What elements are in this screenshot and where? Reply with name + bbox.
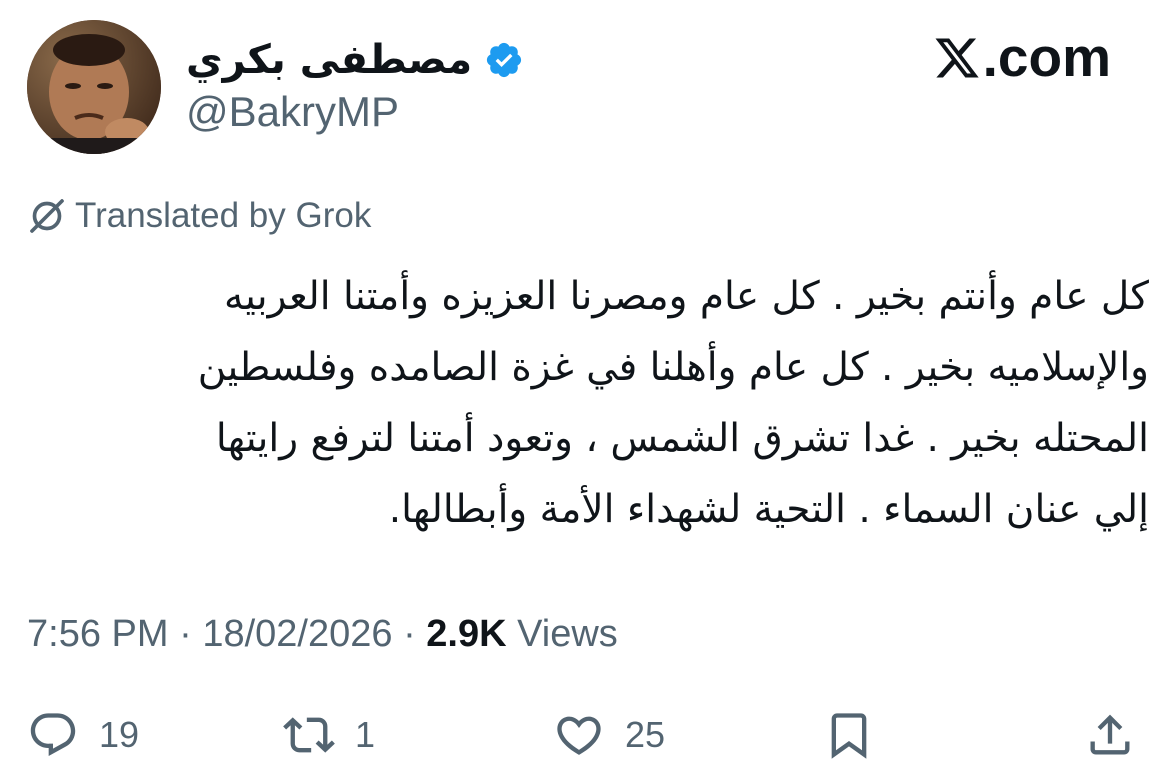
tweet-actions-bar: 19 1 25 [0,705,1169,765]
verified-badge-icon[interactable] [484,40,524,80]
repost-count: 1 [355,714,376,755]
reply-icon [30,713,76,757]
tweet-meta: 7:56 PM · 18/02/2026 · 2.9K Views [27,608,618,660]
x-logo-icon [935,38,979,77]
views-count: 2.9K [426,612,507,655]
share-icon [1090,714,1130,755]
meta-separator: · [403,612,416,655]
author-avatar[interactable] [27,20,161,154]
translation-label-text: Translated by Grok [75,196,372,235]
bookmark-button[interactable] [823,705,875,765]
repost-icon [283,717,335,753]
grok-icon [30,199,64,233]
tweet-date[interactable]: 18/02/2026 [202,613,392,656]
author-display-name[interactable]: مصطفى بكري [186,40,472,80]
avatar-image [27,20,161,154]
heart-icon [557,716,601,755]
views-label-spacer [507,613,518,656]
reply-button[interactable]: 19 [27,705,139,765]
author-handle[interactable]: @BakryMP [186,91,399,133]
author-name-row: مصطفى بكري [186,30,524,90]
views-label: Views [517,612,618,655]
tweet-text: كل عام وأنتم بخير . كل عام ومصرنا العزيز… [197,274,1149,532]
repost-button[interactable]: 1 [283,705,375,765]
translation-label[interactable]: Translated by Grok [27,194,371,238]
site-logo: .com [933,30,1111,85]
bookmark-icon [831,713,867,759]
tweet-time[interactable]: 7:56 PM [27,613,169,656]
like-button[interactable]: 25 [553,705,665,765]
site-logo-text: .com [982,26,1111,88]
meta-separator: · [179,612,192,655]
reply-count: 19 [99,714,140,755]
like-count: 25 [625,714,666,755]
share-button[interactable] [1084,705,1136,765]
